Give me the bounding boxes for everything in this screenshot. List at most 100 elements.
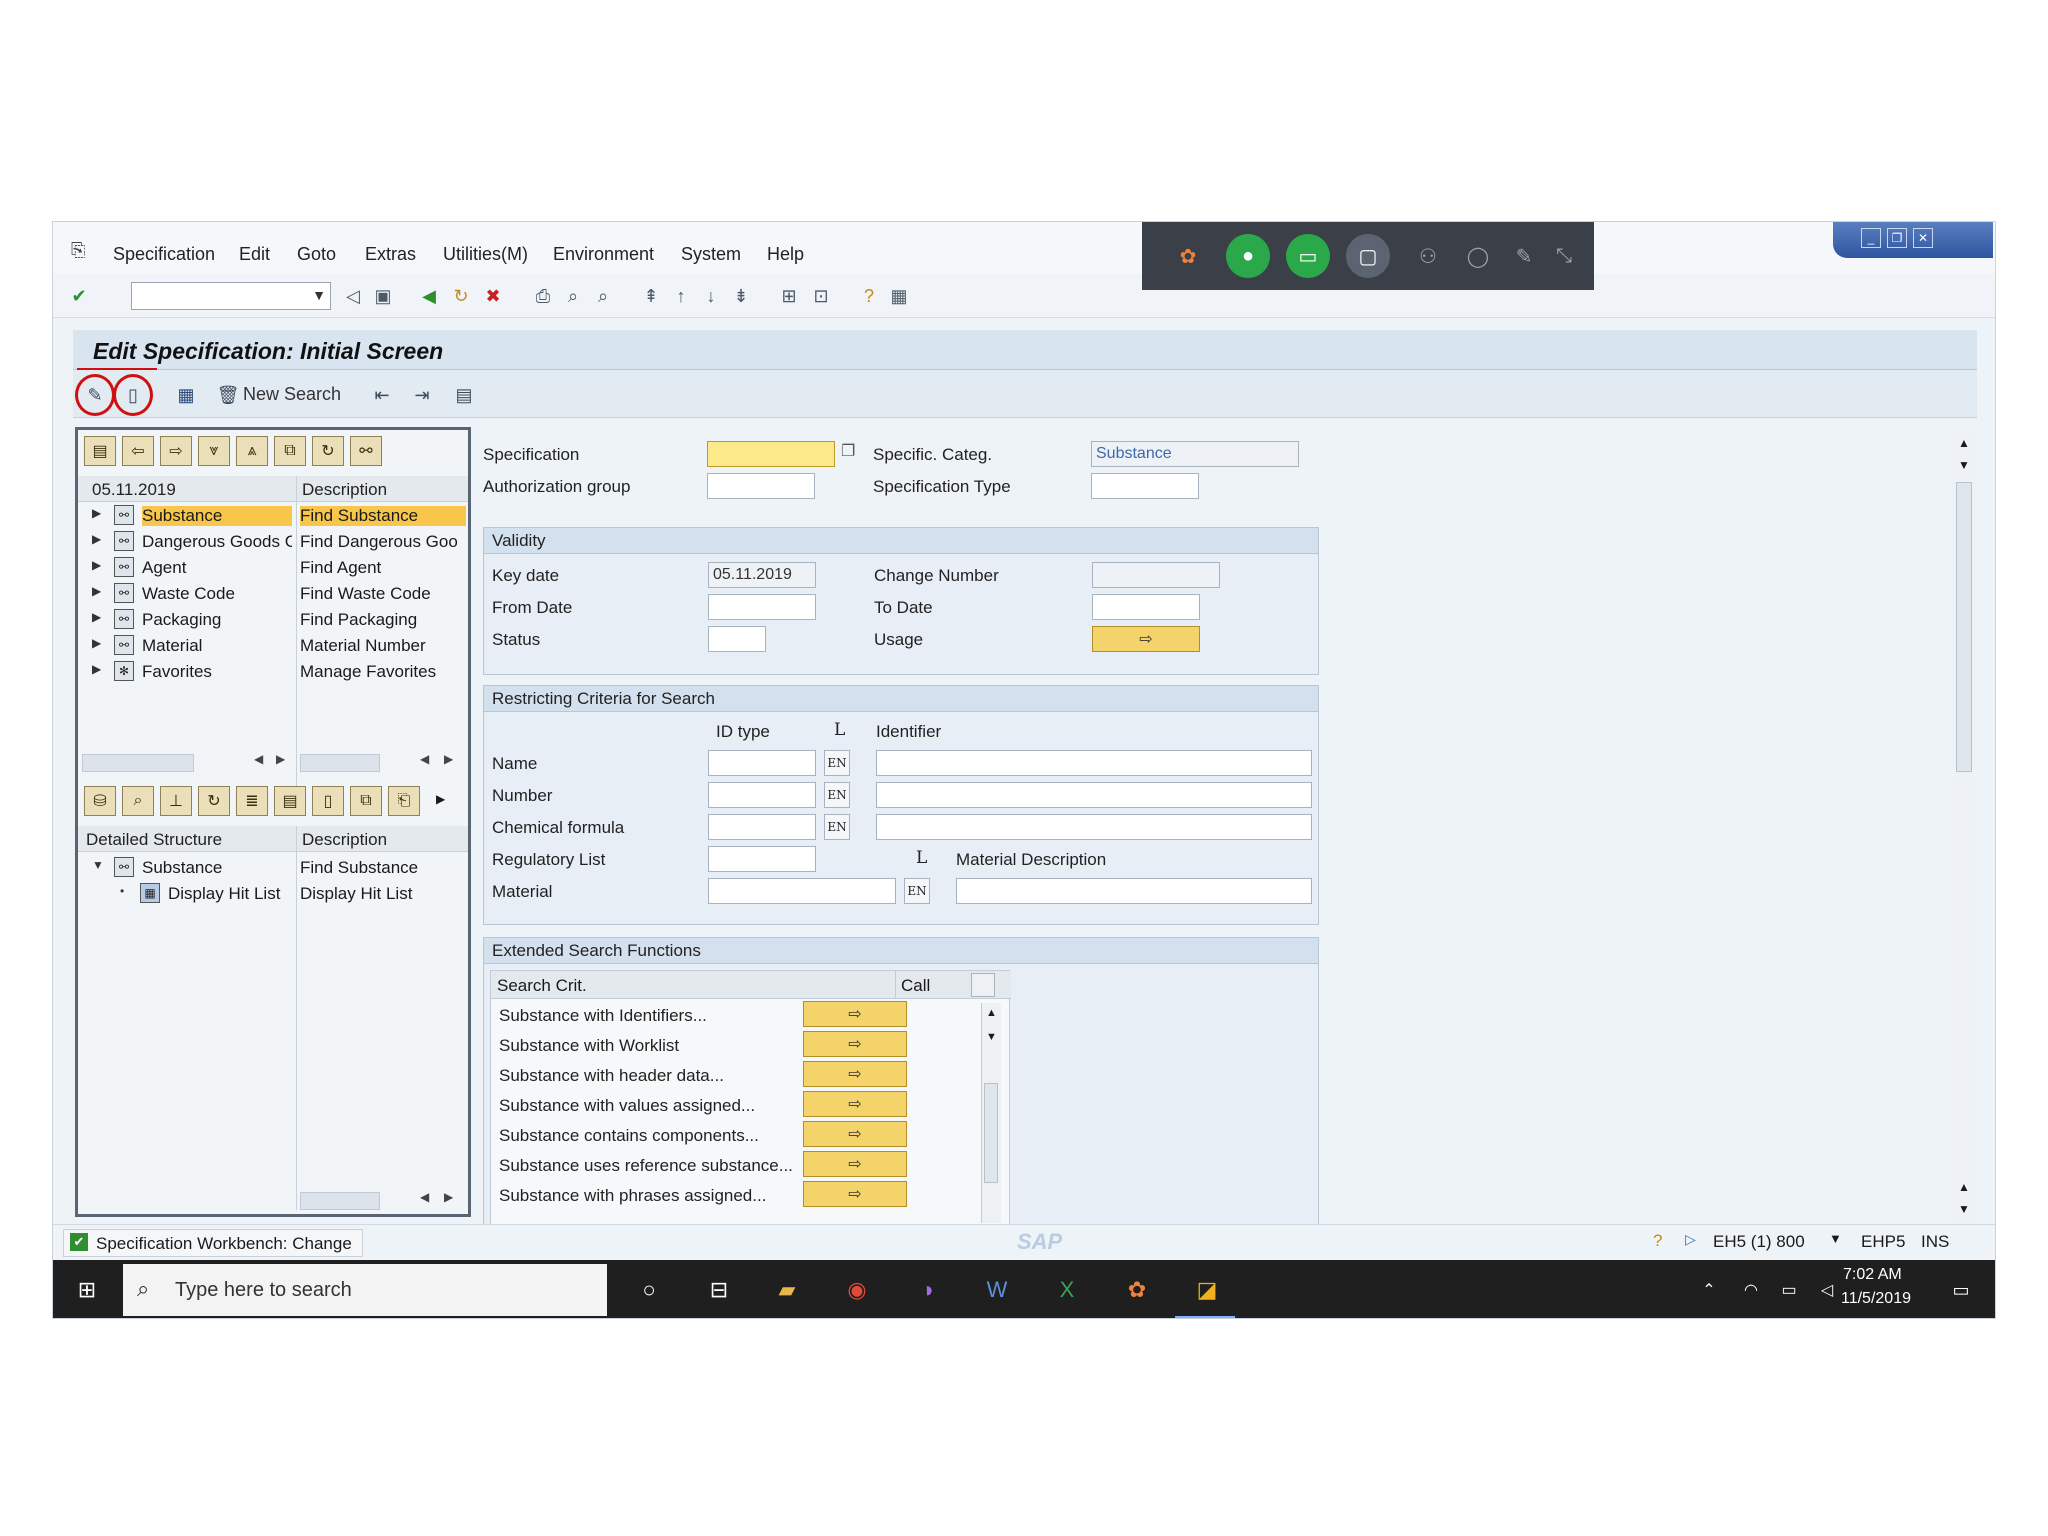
status-message-box[interactable]: ✔ Specification Workbench: Change [63,1229,363,1257]
word-icon[interactable]: W [981,1274,1013,1306]
tree-item-agent[interactable]: ▶ ⚯ Agent Find Agent [78,554,468,580]
minimize-icon[interactable]: _ [1861,228,1881,248]
participants-icon[interactable]: ⚇ [1406,234,1450,278]
formula-id-type-input[interactable] [708,814,816,840]
menu-goto[interactable]: Goto [297,244,336,265]
call-button[interactable]: ⇨ [803,1031,907,1057]
chevron-down-icon[interactable]: ▼ [312,287,326,303]
windows-start-icon[interactable]: ⊞ [71,1274,103,1306]
status-input[interactable] [708,626,766,652]
expand-arrow-icon[interactable]: ▶ [92,506,101,520]
copy-icon[interactable]: ⧉ [350,786,382,816]
share-screen-icon[interactable]: ▭ [1286,234,1330,278]
app-logo-icon[interactable]: ✿ [1166,234,1210,278]
key-date-input[interactable]: 05.11.2019 [708,562,816,588]
find-icon[interactable]: ⌕ [561,284,585,308]
horizontal-scrollbar[interactable] [82,754,194,772]
name-language[interactable]: EN [824,750,850,776]
scroll-up-icon[interactable]: ▲ [986,1007,997,1019]
expand-status-icon[interactable]: ▷ [1685,1231,1696,1248]
close-icon[interactable]: ✕ [1913,228,1933,248]
refresh-icon[interactable]: ↻ [198,786,230,816]
camera-icon[interactable]: ▢ [1346,234,1390,278]
number-identifier-input[interactable] [876,782,1312,808]
next-page-icon[interactable]: ↓ [699,284,723,308]
collapse-arrow-icon[interactable]: ▼ [92,858,104,872]
volume-icon[interactable]: ◁ [1811,1274,1843,1306]
copy-icon[interactable]: ⧉ [274,436,306,466]
call-button[interactable]: ⇨ [803,1061,907,1087]
taskbar-search-box[interactable]: ⌕ Type here to search [123,1264,607,1316]
paste-icon[interactable]: ⎗ [388,786,420,816]
excel-icon[interactable]: X [1051,1274,1083,1306]
binoculars-icon[interactable]: ⚯ [350,436,382,466]
horizontal-scrollbar[interactable] [300,1192,380,1210]
menu-utilities[interactable]: Utilities(M) [443,244,528,265]
find-next-icon[interactable]: ⌕ [591,284,615,308]
list-icon[interactable]: ≣ [236,786,268,816]
tree-item-material[interactable]: ▶ ⚯ Material Material Number [78,632,468,658]
clock-time[interactable]: 7:02 AM [1843,1266,1902,1284]
notifications-icon[interactable]: ▭ [1945,1274,1977,1306]
task-view-icon[interactable]: ⊟ [703,1274,735,1306]
cortana-icon[interactable]: ○ [633,1274,665,1306]
search-icon[interactable]: ⌕ [122,786,154,816]
scroll-down-icon[interactable]: ▼ [1958,1202,1970,1216]
menu-extras[interactable]: Extras [365,244,416,265]
scroll-right-icon[interactable]: ▶ [444,752,453,766]
command-field[interactable]: ▼ [131,282,331,310]
scroll-up-icon[interactable]: ▲ [1958,1180,1970,1194]
change-number-input[interactable] [1092,562,1220,588]
help-icon[interactable]: ? [1653,1231,1662,1251]
menu-specification[interactable]: Specification [113,244,215,265]
chevron-down-icon[interactable]: ▼ [1829,1231,1842,1246]
formula-language[interactable]: EN [824,814,850,840]
edit-pencil-icon[interactable]: ✎ [82,382,108,408]
hierarchy-icon[interactable]: ⊥ [160,786,192,816]
chrome-icon[interactable]: ◉ [841,1274,873,1306]
scroll-right-icon[interactable]: ▶ [276,752,285,766]
tree-item-substance[interactable]: ▶ ⚯ Substance Find Substance [78,502,468,528]
layout-menu-icon[interactable]: ▦ [887,284,911,308]
previous-page-icon[interactable]: ↑ [669,284,693,308]
main-vertical-scrollbar[interactable]: ▲ ▼ ▲ ▼ [1953,432,1975,1222]
file-explorer-icon[interactable]: ▰ [771,1274,803,1306]
scroll-left-icon[interactable]: ◀ [420,1190,429,1204]
next-specification-icon[interactable]: ⇥ [409,382,435,408]
horizontal-scrollbar[interactable] [300,754,380,772]
conference-app-icon[interactable]: ✿ [1121,1274,1153,1306]
new-search-button[interactable]: New Search [243,384,341,405]
call-button[interactable]: ⇨ [803,1151,907,1177]
back-icon[interactable]: ◀ [417,284,441,308]
call-button[interactable]: ⇨ [803,1091,907,1117]
sap-logon-icon[interactable]: ◪ [1191,1274,1223,1306]
call-button[interactable]: ⇨ [803,1181,907,1207]
column-settings-button[interactable] [971,973,995,997]
detail-tree-item-substance[interactable]: ▼ ⚯ Substance Find Substance [78,854,468,880]
number-id-type-input[interactable] [708,782,816,808]
collapse-icon[interactable]: ⩓ [236,436,268,466]
arrow-left-icon[interactable]: ⇦ [122,436,154,466]
scroll-thumb[interactable] [1956,482,1972,772]
microphone-icon[interactable]: ● [1226,234,1270,278]
scroll-left-icon[interactable]: ◀ [420,752,429,766]
auth-group-input[interactable] [707,473,815,499]
regulatory-list-input[interactable] [708,846,816,872]
scroll-up-icon[interactable]: ▲ [1958,436,1970,450]
arrow-right-icon[interactable]: ⇨ [160,436,192,466]
save-icon[interactable]: ▣ [371,284,395,308]
specification-input[interactable] [707,441,835,467]
new-session-icon[interactable]: ⊞ [777,284,801,308]
material-language[interactable]: EN [904,878,930,904]
material-input[interactable] [708,878,896,904]
tree-item-waste-code[interactable]: ▶ ⚯ Waste Code Find Waste Code [78,580,468,606]
edit-list-icon[interactable]: ▤ [274,786,306,816]
browser-icon[interactable]: ◑ [911,1274,943,1306]
detail-tree-item-display-hit-list[interactable]: • ▦ Display Hit List Display Hit List [78,880,468,906]
cancel-icon[interactable]: ✖ [481,284,505,308]
material-description-input[interactable] [956,878,1312,904]
back-small-icon[interactable]: ◁ [341,284,365,308]
expand-icon[interactable]: ⩔ [198,436,230,466]
shortcut-icon[interactable]: ⊡ [809,284,833,308]
collapse-icon[interactable]: ⤡ [1542,234,1586,278]
